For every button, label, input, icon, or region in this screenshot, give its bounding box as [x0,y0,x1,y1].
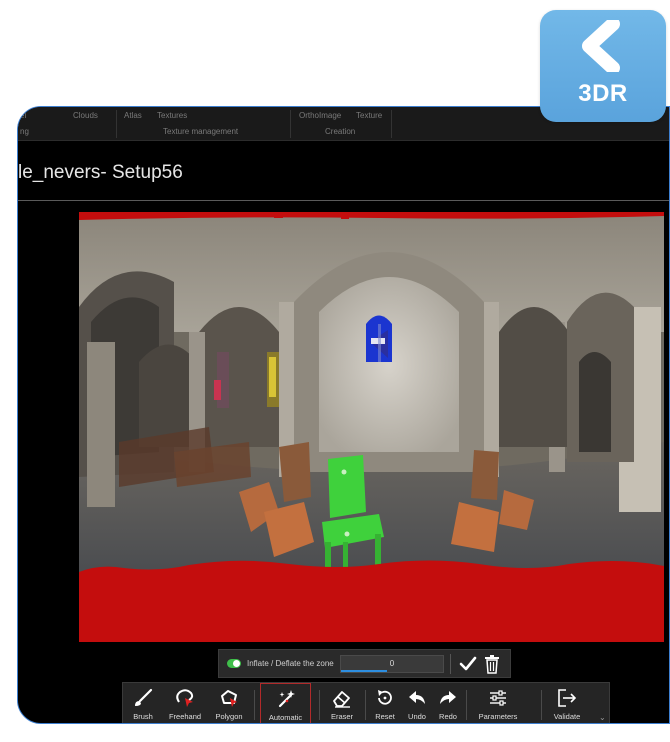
trash-icon[interactable] [484,654,500,674]
inflate-slider-fill [341,670,387,672]
redo-label: Redo [439,712,457,721]
ribbon-item-clouds[interactable]: Clouds [73,111,98,120]
reset-icon [378,690,392,705]
ribbon-divider [116,110,117,138]
undo-button[interactable]: Undo [403,683,431,723]
3dr-logo: 3DR [540,10,666,122]
divider [365,690,366,720]
eraser-icon [333,691,350,708]
ribbon-divider [290,110,291,138]
ribbon-item-partial[interactable]: el [20,111,26,120]
ribbon-item-atlas[interactable]: Atlas [124,111,142,120]
eraser-label: Eraser [330,712,354,721]
inflate-deflate-bar: Inflate / Deflate the zone 0 [218,649,511,678]
ribbon-item-orthoimage[interactable]: OrthoImage [299,111,341,120]
brush-label: Brush [133,712,153,721]
polygon-label: Polygon [215,712,243,721]
reset-button[interactable]: Reset [370,683,400,723]
title-bar: le_nevers- Setup56 [18,141,669,201]
undo-label: Undo [408,712,426,721]
chevron-down-icon[interactable]: ⌄ [599,714,606,722]
inflate-slider[interactable]: 0 [340,655,444,673]
parameters-button[interactable]: Parameters [473,683,523,723]
divider [541,690,542,720]
brush-icon [135,688,153,706]
ribbon-item-texture[interactable]: Texture [356,111,382,120]
brush-button[interactable]: Brush [125,683,161,723]
divider [254,690,255,720]
divider [319,690,320,720]
panorama-viewer[interactable] [79,212,664,642]
validate-label: Validate [553,712,581,721]
freehand-button[interactable]: Freehand [163,683,207,723]
validate-button[interactable]: Validate [547,683,587,723]
panorama-image [79,212,664,642]
checkmark-icon[interactable] [459,655,477,673]
polygon-button[interactable]: Polygon [209,683,249,723]
redo-button[interactable]: Redo [434,683,462,723]
freehand-label: Freehand [168,712,202,721]
ribbon-group-label: ng [20,127,29,136]
magic-wand-icon [278,690,295,708]
divider [450,654,451,674]
automatic-button[interactable]: Automatic [260,683,311,723]
redo-icon [440,691,456,704]
ribbon-group-creation: Creation [325,127,356,136]
mask-toolbar: Brush Freehand Polygon Automatic Eraser … [122,682,610,723]
reset-label: Reset [375,712,395,721]
undo-icon [409,691,425,704]
sliders-icon [490,690,506,706]
parameters-label: Parameters [478,712,518,721]
automatic-label: Automatic [268,713,303,722]
page-title: le_nevers- Setup56 [18,162,183,183]
divider [466,690,467,720]
freehand-lasso-icon [176,689,194,707]
app-window: el Clouds Atlas Textures OrthoImage Text… [17,106,670,724]
exit-icon [558,689,577,707]
ribbon-item-textures[interactable]: Textures [157,111,187,120]
ribbon-divider [391,110,392,138]
logo-chevron-icon [582,20,620,72]
logo-text: 3DR [578,80,628,107]
eraser-button[interactable]: Eraser [325,683,359,723]
polygon-icon [221,690,237,707]
inflate-value: 0 [389,659,395,668]
inflate-toggle[interactable] [227,659,241,668]
inflate-label: Inflate / Deflate the zone [247,659,334,668]
ribbon-group-texture-management: Texture management [163,127,239,136]
